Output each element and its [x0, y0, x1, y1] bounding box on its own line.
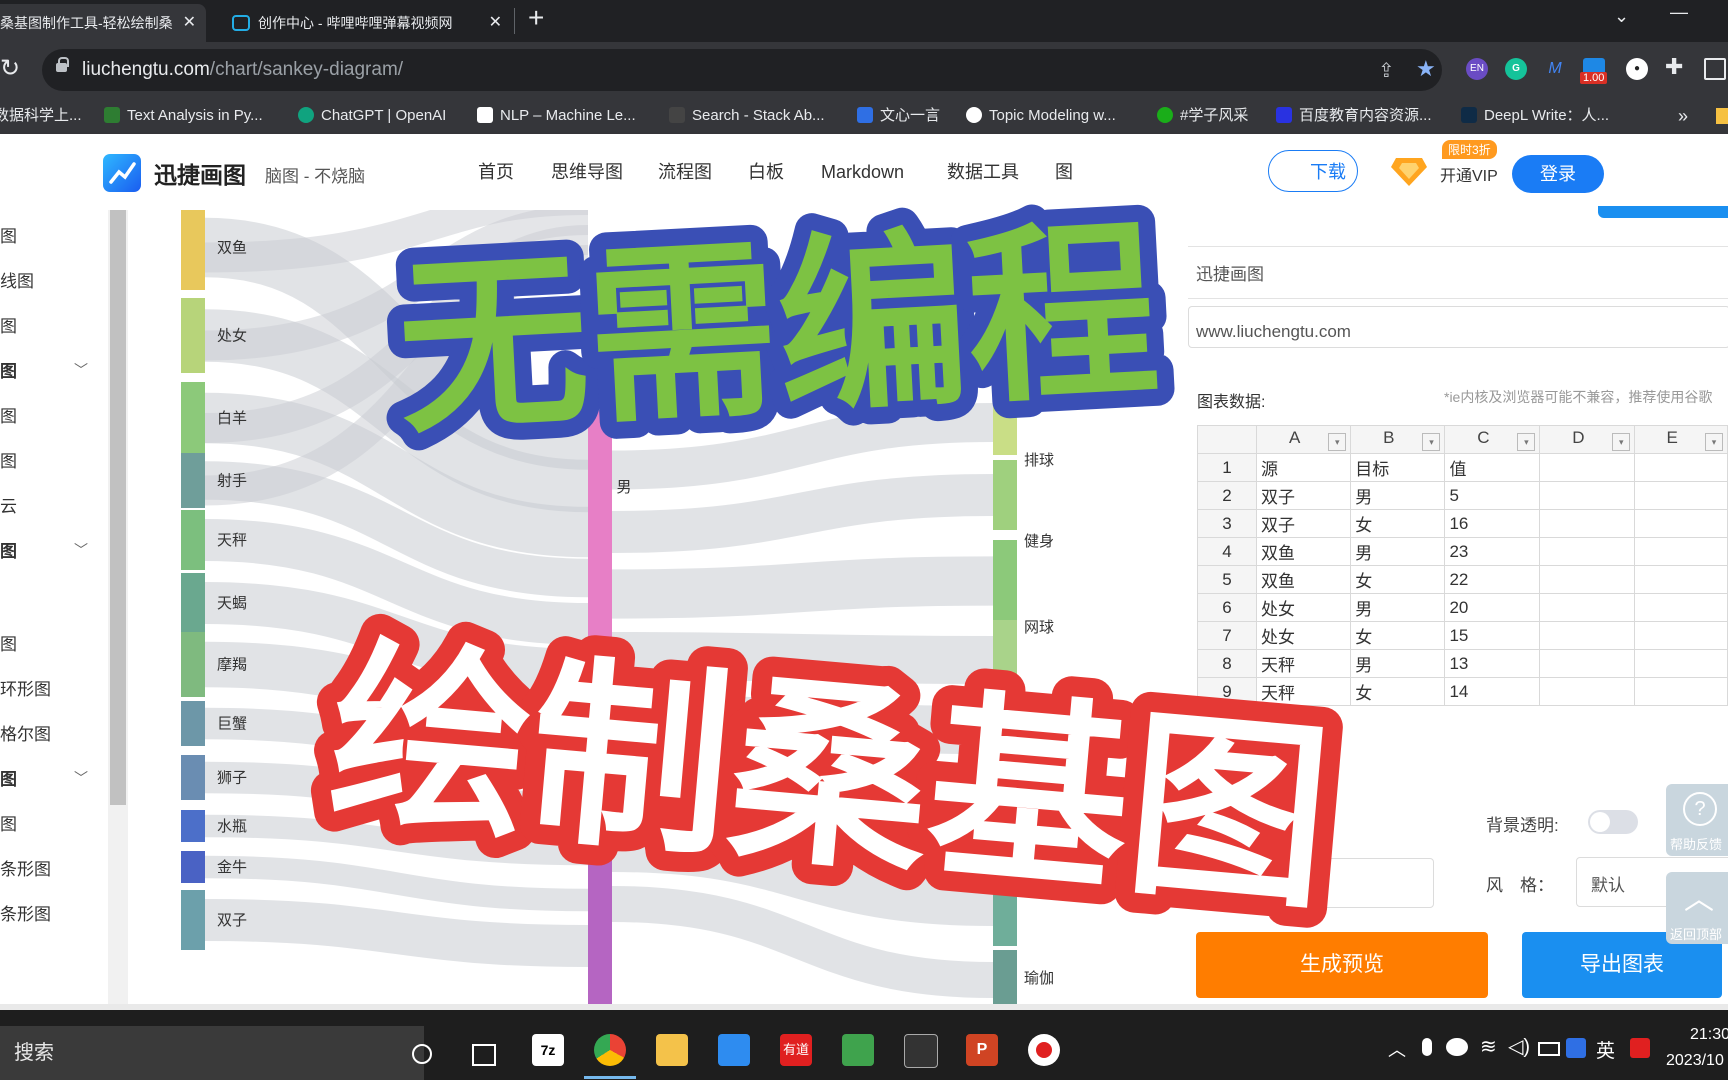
volume-icon[interactable]: ◁)	[1508, 1034, 1530, 1059]
youdao-icon[interactable]: 有道	[780, 1034, 812, 1066]
clock-date[interactable]: 2023/10	[1666, 1052, 1724, 1070]
terminal-icon[interactable]	[904, 1034, 938, 1068]
battery-icon[interactable]	[1538, 1042, 1560, 1056]
image-editor-icon[interactable]	[842, 1034, 874, 1066]
task-view-icon[interactable]	[472, 1044, 496, 1066]
cortana-icon[interactable]	[412, 1044, 432, 1064]
notes-icon[interactable]	[718, 1034, 750, 1066]
active-app-indicator	[584, 1076, 636, 1079]
chrome-icon[interactable]	[594, 1034, 626, 1066]
file-explorer-icon[interactable]	[656, 1034, 688, 1066]
windows-taskbar: 搜索 7z 有道 P ︿ ≋ ◁) 英 21:30 2023/10	[0, 1010, 1728, 1080]
tray-chevron-icon[interactable]: ︿	[1388, 1036, 1406, 1062]
taskbar-search-text: 搜索	[14, 1042, 54, 1064]
record-icon[interactable]	[1028, 1034, 1060, 1066]
microphone-icon[interactable]	[1422, 1038, 1432, 1056]
overlay-graphic: 无需编程 绘制桑基图	[302, 183, 1359, 958]
overlay-title-2: 绘制桑基图	[322, 618, 1339, 937]
input-language[interactable]: 英	[1596, 1036, 1615, 1063]
wechat-tray-icon[interactable]	[1446, 1038, 1468, 1056]
clock-time[interactable]: 21:30	[1690, 1026, 1728, 1044]
taskbar-search[interactable]: 搜索	[0, 1026, 424, 1080]
record-dot	[1036, 1042, 1052, 1058]
wifi-icon[interactable]: ≋	[1480, 1034, 1497, 1059]
ime-tray-icon[interactable]	[1566, 1038, 1586, 1058]
overlay-title-1: 无需编程	[393, 200, 1164, 460]
7zip-icon[interactable]: 7z	[532, 1034, 564, 1066]
sogou-icon[interactable]	[1630, 1038, 1650, 1058]
powerpoint-icon[interactable]: P	[966, 1034, 998, 1066]
